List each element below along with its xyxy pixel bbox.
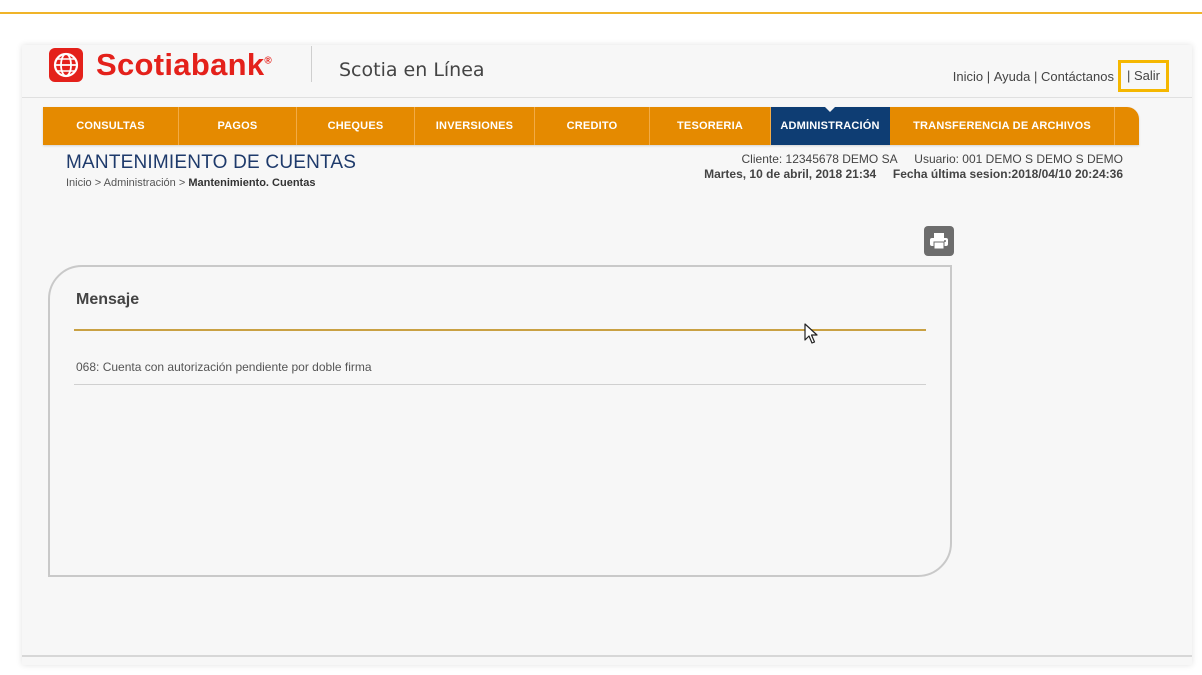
app-name: Scotia en Línea	[339, 59, 485, 81]
message-text: 068: Cuenta con autorización pendiente p…	[76, 360, 372, 374]
brand-name: Scotiabank®	[96, 47, 273, 82]
message-divider	[74, 384, 926, 385]
nav-label: CREDITO	[566, 120, 618, 132]
header-divider	[311, 46, 312, 82]
nav-transferencia-archivos[interactable]: TRANSFERENCIA DE ARCHIVOS	[890, 107, 1115, 145]
nav-label: INVERSIONES	[435, 120, 514, 132]
message-title: Mensaje	[76, 291, 140, 308]
breadcrumb-home[interactable]: Inicio	[66, 177, 92, 189]
breadcrumb-sep: >	[91, 177, 104, 189]
breadcrumb-sep: >	[175, 177, 189, 189]
inicio-link[interactable]: Inicio	[953, 69, 983, 84]
current-date: Martes, 10 de abril, 2018 21:34	[704, 167, 877, 181]
nav-label: TRANSFERENCIA DE ARCHIVOS	[913, 120, 1091, 132]
header-separator	[22, 97, 1192, 98]
nav-pagos[interactable]: PAGOS	[179, 107, 297, 145]
top-links: Inicio | Ayuda | Contáctanos | Salir	[953, 60, 1169, 92]
top-accent-rule	[0, 12, 1202, 14]
nav-tesoreria[interactable]: TESORERIA	[650, 107, 771, 145]
nav-credito[interactable]: CREDITO	[535, 107, 650, 145]
breadcrumb-section[interactable]: Administración	[104, 177, 176, 189]
link-separator: |	[983, 68, 994, 84]
usuario-info: Usuario: 001 DEMO S DEMO S DEMO	[914, 152, 1123, 166]
message-panel: Mensaje 068: Cuenta con autorización pen…	[48, 265, 952, 577]
salir-highlight: | Salir	[1117, 60, 1169, 92]
mouse-cursor-icon	[804, 323, 818, 344]
nav-cheques[interactable]: CHEQUES	[297, 107, 415, 145]
salir-link[interactable]: Salir	[1134, 68, 1160, 83]
printer-icon	[930, 233, 948, 250]
scotiabank-globe-icon	[49, 48, 83, 82]
nav-label: ADMINISTRACIÓN	[780, 120, 880, 132]
session-info: Cliente: 12345678 DEMO SA Usuario: 001 D…	[704, 152, 1123, 182]
contactanos-link[interactable]: Contáctanos	[1041, 69, 1114, 84]
page-title: MANTENIMIENTO DE CUENTAS	[66, 152, 357, 173]
nav-label: TESORERIA	[677, 120, 743, 132]
nav-administracion[interactable]: ADMINISTRACIÓN	[771, 106, 890, 145]
nav-inversiones[interactable]: INVERSIONES	[415, 107, 535, 145]
nav-label: PAGOS	[217, 120, 258, 132]
active-notch	[824, 106, 836, 112]
cliente-info: Cliente: 12345678 DEMO SA	[741, 152, 898, 166]
main-nav: CONSULTAS PAGOS CHEQUES INVERSIONES CRED…	[43, 106, 1139, 145]
nav-consultas[interactable]: CONSULTAS	[43, 107, 179, 145]
print-button[interactable]	[924, 226, 954, 256]
bottom-rule	[22, 655, 1192, 657]
scotiabank-logo[interactable]: Scotiabank®	[46, 45, 272, 85]
ayuda-link[interactable]: Ayuda	[994, 69, 1031, 84]
message-title-rule	[74, 329, 926, 331]
last-session: Fecha última sesion:2018/04/10 20:24:36	[892, 167, 1123, 181]
link-separator: |	[1126, 68, 1134, 83]
breadcrumb: Inicio > Administración > Mantenimiento.…	[66, 177, 315, 189]
registered-mark: ®	[264, 55, 273, 67]
breadcrumb-current: Mantenimiento. Cuentas	[188, 177, 316, 189]
nav-label: CONSULTAS	[76, 120, 145, 132]
nav-label: CHEQUES	[327, 120, 384, 132]
link-separator: |	[1030, 68, 1041, 84]
